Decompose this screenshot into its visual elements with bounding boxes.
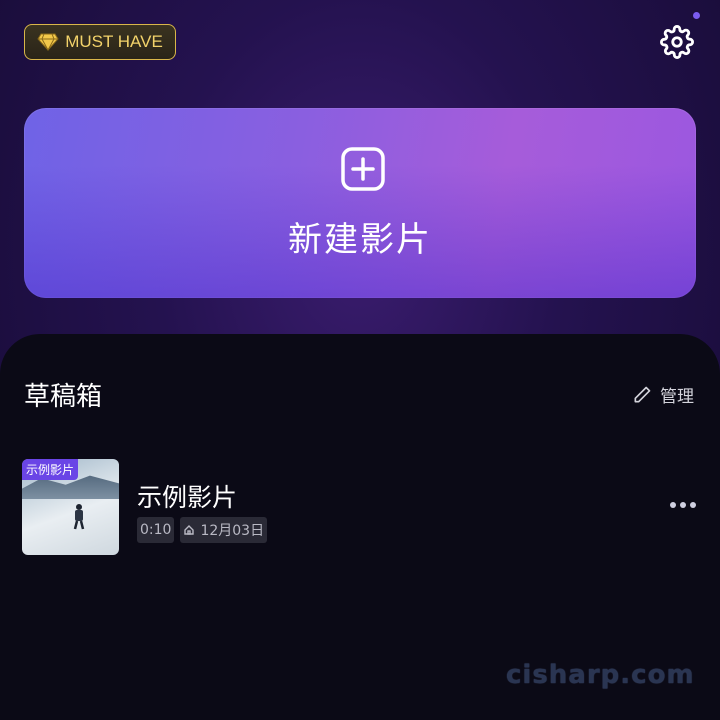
duration-chip: 0:10 bbox=[137, 517, 175, 543]
pencil-icon bbox=[634, 386, 651, 402]
watermark: cisharp.com bbox=[506, 660, 695, 690]
gear-icon[interactable] bbox=[660, 25, 694, 59]
draft-item[interactable]: 示例影片 示例影片 0:10 12月03日 bbox=[22, 458, 702, 556]
plus-square-icon bbox=[341, 147, 385, 191]
sample-tag: 示例影片 bbox=[22, 459, 79, 480]
badge-label: MUST HAVE bbox=[65, 32, 163, 51]
new-project-label: 新建影片 bbox=[288, 220, 432, 260]
draft-title: 示例影片 bbox=[137, 483, 238, 512]
date-chip: 12月03日 bbox=[180, 517, 268, 543]
must-have-badge[interactable]: MUST HAVE bbox=[24, 24, 176, 60]
manage-label: 管理 bbox=[660, 387, 694, 407]
date-text: 12月03日 bbox=[200, 523, 265, 539]
drafts-title: 草稿箱 bbox=[24, 382, 103, 412]
new-project-button[interactable]: 新建影片 bbox=[24, 108, 696, 298]
skier-figure bbox=[73, 504, 85, 530]
draft-thumbnail[interactable]: 示例影片 bbox=[22, 459, 119, 555]
diamond-icon bbox=[37, 33, 59, 51]
manage-button[interactable]: 管理 bbox=[632, 382, 694, 407]
duration-text: 0:10 bbox=[140, 522, 172, 538]
draft-meta: 0:10 12月03日 bbox=[137, 517, 268, 543]
more-horizontal-icon[interactable] bbox=[670, 502, 696, 508]
notification-dot bbox=[693, 12, 700, 19]
home-icon bbox=[184, 525, 195, 535]
